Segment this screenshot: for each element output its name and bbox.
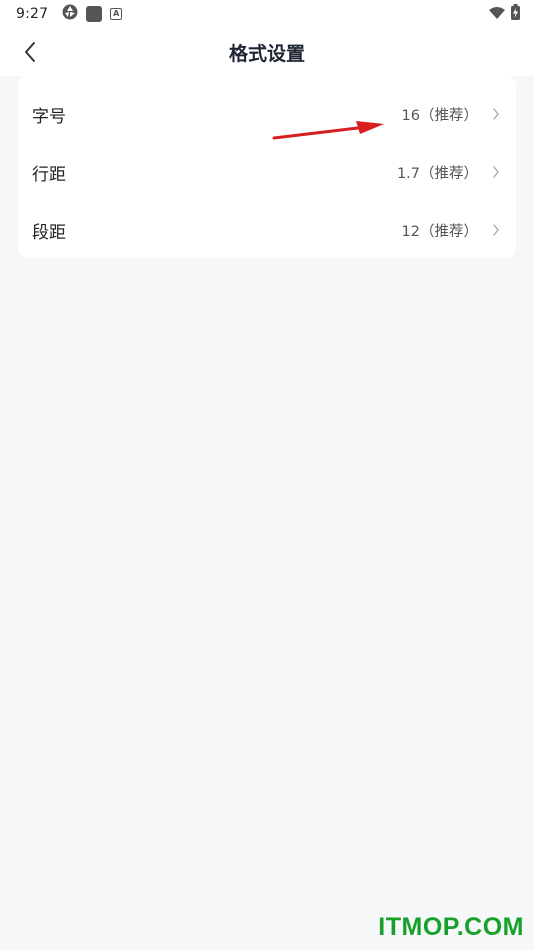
- red-arrow-icon: [272, 121, 384, 140]
- row-value: 1.7（推荐）: [396, 165, 478, 182]
- chevron-right-icon: [492, 165, 502, 179]
- font-size-row[interactable]: 字号 16（推荐）: [18, 85, 516, 143]
- chevron-left-icon: [25, 42, 35, 62]
- paragraph-spacing-row[interactable]: 段距 12（推荐）: [18, 201, 516, 259]
- status-notification-icons: A: [62, 4, 123, 24]
- battery-charging-icon: [511, 4, 520, 24]
- row-value: 12（推荐）: [401, 223, 478, 240]
- page-title: 格式设置: [228, 42, 305, 65]
- row-label: 段距: [32, 222, 66, 243]
- a-badge-icon: A: [110, 8, 123, 20]
- settings-card: 字号 16（推荐） 行距 1.7（推荐） 段距 12（推荐）: [18, 76, 516, 258]
- status-system-icons: [489, 4, 520, 24]
- row-label: 行距: [32, 164, 66, 185]
- square-app-icon: [86, 6, 103, 22]
- row-value-group: 1.7（推荐）: [397, 162, 502, 183]
- status-time: 9:27: [16, 6, 49, 22]
- back-button[interactable]: [18, 40, 42, 64]
- row-label: 字号: [32, 106, 66, 127]
- watermark: ITMOP.COM: [378, 913, 524, 941]
- row-value-group: 12（推荐）: [402, 220, 502, 241]
- row-value: 16（推荐）: [401, 107, 478, 124]
- aperture-icon: [62, 4, 78, 24]
- status-bar: 9:27 A: [0, 0, 534, 28]
- chevron-right-icon: [492, 223, 502, 237]
- row-value-group: 16（推荐）: [402, 104, 502, 125]
- line-spacing-row[interactable]: 行距 1.7（推荐）: [18, 143, 516, 201]
- wifi-icon: [489, 5, 505, 24]
- header: 格式设置: [0, 28, 534, 76]
- chevron-right-icon: [492, 107, 502, 121]
